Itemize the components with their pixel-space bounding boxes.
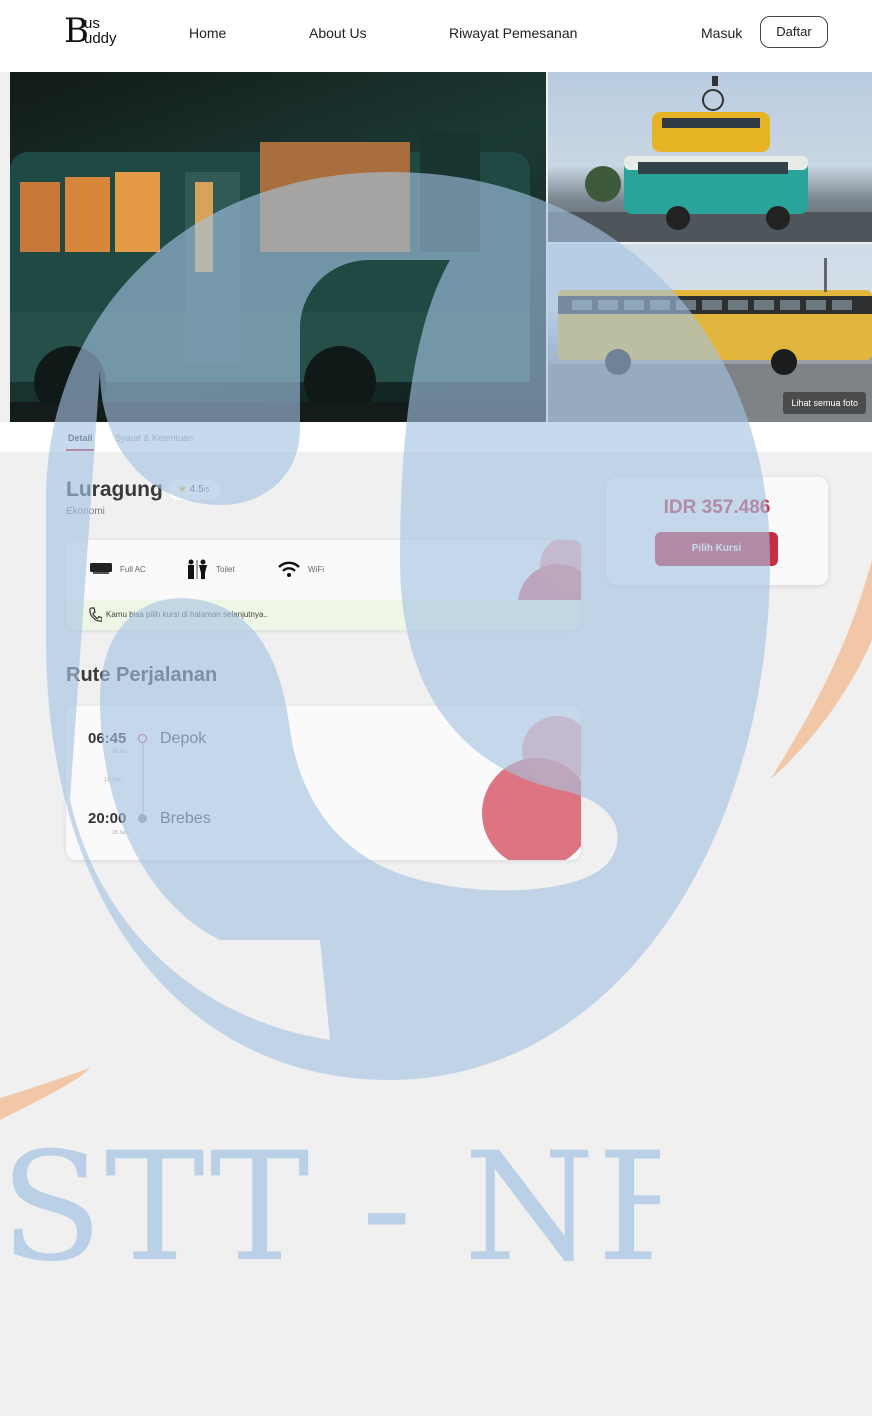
nav-link-home[interactable]: Home bbox=[189, 24, 226, 42]
nav-link-about-us[interactable]: About Us bbox=[309, 24, 367, 42]
departure-time: 06:45 bbox=[88, 730, 127, 747]
tab-terms[interactable]: Syarat & Ketentuan bbox=[115, 432, 193, 444]
route-line bbox=[142, 742, 144, 818]
air-conditioner-icon bbox=[90, 563, 112, 574]
route-card: 06:45 18 Jun 13j 15m Depok 20:00 18 Jun … bbox=[66, 706, 581, 860]
phone-icon bbox=[89, 607, 102, 622]
register-button[interactable]: Daftar bbox=[760, 16, 828, 48]
arrival-city: Brebes bbox=[160, 810, 211, 827]
price-card: IDR 357.486 Pilih Kursi bbox=[606, 477, 828, 585]
rating-badge: ★ 4.5/5 bbox=[168, 480, 220, 500]
facilities-card: Full AC Toilet WiFi Kamu bisa pilih kurs… bbox=[66, 540, 581, 630]
facility-label: Toilet bbox=[216, 564, 235, 574]
login-link[interactable]: Masuk bbox=[701, 24, 742, 42]
active-tab-indicator bbox=[66, 449, 94, 451]
departure-city: Depok bbox=[160, 730, 207, 747]
trip-duration: 13j 15m bbox=[104, 777, 122, 783]
photo-gallery: Lihat semua foto bbox=[10, 72, 872, 422]
bus-photo-main[interactable] bbox=[10, 72, 546, 422]
toilet-icon bbox=[188, 559, 207, 579]
seat-note-text: Kamu bisa pilih kursi di halaman selanju… bbox=[106, 610, 268, 619]
busbuddy-logo[interactable]: B us uddy bbox=[64, 12, 144, 52]
route-section-title: Rute Perjalanan bbox=[66, 664, 218, 686]
facility-wifi: WiFi bbox=[278, 558, 324, 580]
seat-selection-note: Kamu bisa pilih kursi di halaman selanju… bbox=[66, 600, 581, 630]
bus-photo-school-bus[interactable]: Lihat semua foto bbox=[548, 244, 872, 422]
wifi-icon bbox=[278, 561, 300, 577]
departure-date: 18 Jun bbox=[112, 749, 128, 755]
facility-full-ac: Full AC bbox=[90, 558, 146, 580]
bus-operator-name: Luragung bbox=[66, 478, 163, 501]
stacked-vans-illustration bbox=[548, 76, 872, 242]
arrival-dot-icon bbox=[138, 814, 147, 823]
ticket-price: IDR 357.486 bbox=[663, 497, 771, 518]
star-icon: ★ bbox=[178, 484, 187, 495]
tab-detail[interactable]: Detail bbox=[68, 432, 93, 444]
rating-max: /5 bbox=[203, 487, 210, 494]
nav-link-booking-history[interactable]: Riwayat Pemesanan bbox=[449, 24, 577, 42]
arrival-time: 20:00 bbox=[88, 810, 127, 827]
see-all-photos-button[interactable]: Lihat semua foto bbox=[783, 392, 866, 414]
departure-dot-icon bbox=[138, 734, 147, 743]
bus-class-label: Ekonomi bbox=[66, 506, 105, 517]
rating-value: 4.5 bbox=[189, 484, 204, 495]
top-navbar: B us uddy Home About Us Riwayat Pemesana… bbox=[0, 0, 872, 72]
arrival-date: 18 Jun bbox=[112, 830, 128, 836]
watermark-text: STT - NF bbox=[0, 1128, 660, 1288]
facility-toilet: Toilet bbox=[186, 558, 235, 580]
logo-uddy: uddy bbox=[84, 30, 117, 47]
bus-photo-stacked-vans[interactable] bbox=[548, 72, 872, 242]
bus-night-illustration bbox=[10, 132, 546, 422]
choose-seat-button[interactable]: Pilih Kursi bbox=[655, 532, 778, 566]
facility-label: WiFi bbox=[308, 564, 324, 574]
detail-tabs: Detail Syarat & Ketentuan bbox=[0, 422, 872, 452]
facility-label: Full AC bbox=[120, 564, 146, 574]
